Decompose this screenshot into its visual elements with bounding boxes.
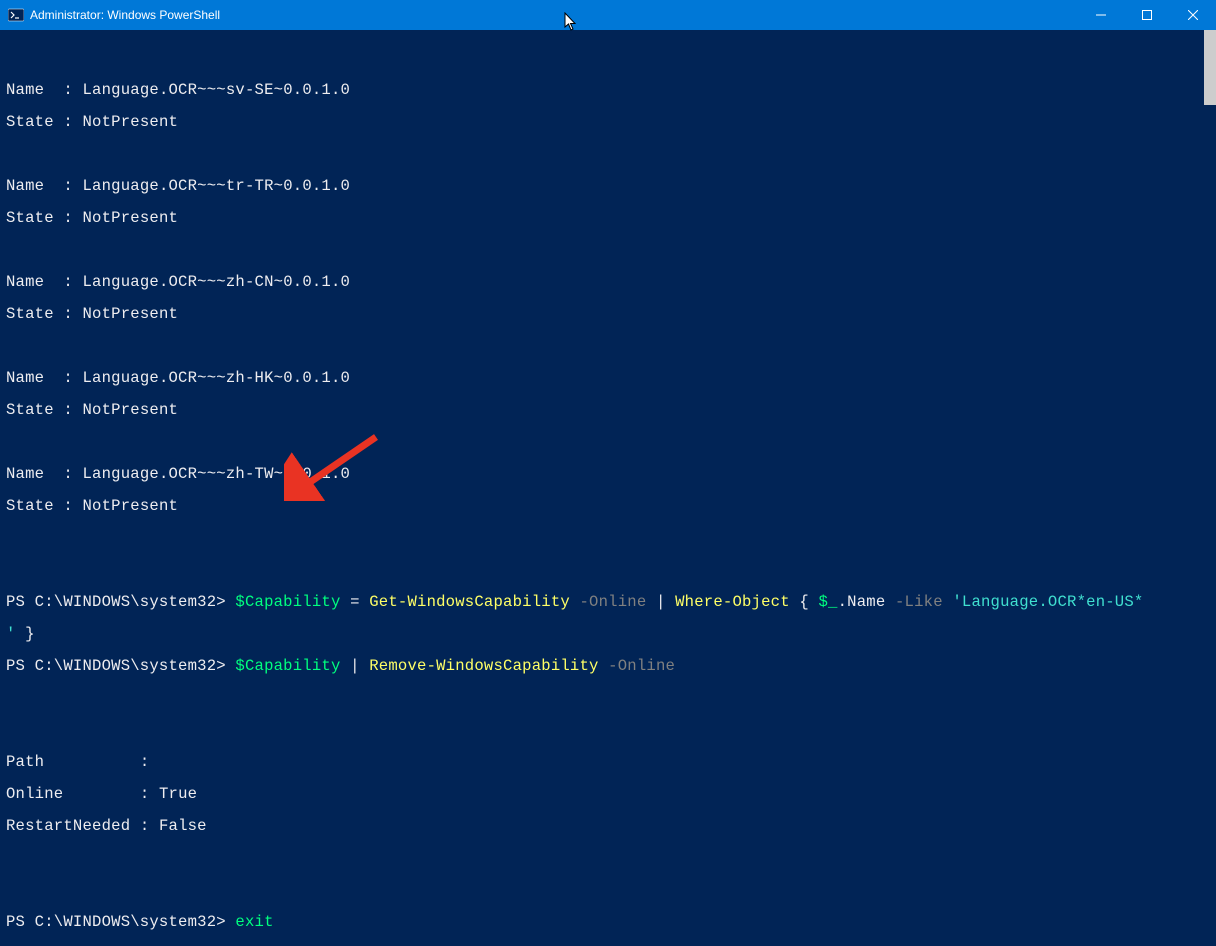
titlebar[interactable]: Administrator: Windows PowerShell xyxy=(0,0,1216,30)
output-line: State : NotPresent xyxy=(6,114,1210,130)
output-line xyxy=(6,722,1210,738)
output-line: Path : xyxy=(6,754,1210,770)
output-line xyxy=(6,434,1210,450)
output-line xyxy=(6,530,1210,546)
powershell-icon xyxy=(8,7,24,23)
command-line: ' } xyxy=(6,626,1210,642)
output-line: RestartNeeded : False xyxy=(6,818,1210,834)
output-line xyxy=(6,850,1210,866)
window-controls xyxy=(1078,0,1216,30)
output-line xyxy=(6,690,1210,706)
output-line xyxy=(6,50,1210,66)
output-line: Name : Language.OCR~~~zh-TW~0.0.1.0 xyxy=(6,466,1210,482)
scrollbar-thumb[interactable] xyxy=(1204,30,1216,105)
output-line: Name : Language.OCR~~~zh-CN~0.0.1.0 xyxy=(6,274,1210,290)
output-line xyxy=(6,562,1210,578)
maximize-button[interactable] xyxy=(1124,0,1170,30)
minimize-button[interactable] xyxy=(1078,0,1124,30)
command-line: PS C:\WINDOWS\system32> $Capability = Ge… xyxy=(6,594,1210,610)
output-line xyxy=(6,338,1210,354)
output-line: Name : Language.OCR~~~sv-SE~0.0.1.0 xyxy=(6,82,1210,98)
window-title: Administrator: Windows PowerShell xyxy=(30,8,220,22)
terminal-area[interactable]: Name : Language.OCR~~~sv-SE~0.0.1.0 Stat… xyxy=(0,30,1216,518)
output-line xyxy=(6,146,1210,162)
output-line: Name : Language.OCR~~~tr-TR~0.0.1.0 xyxy=(6,178,1210,194)
close-button[interactable] xyxy=(1170,0,1216,30)
command-line: PS C:\WINDOWS\system32> exit xyxy=(6,914,1210,930)
output-line xyxy=(6,242,1210,258)
output-line: State : NotPresent xyxy=(6,210,1210,226)
output-line: State : NotPresent xyxy=(6,498,1210,514)
output-line: Name : Language.OCR~~~zh-HK~0.0.1.0 xyxy=(6,370,1210,386)
output-line: State : NotPresent xyxy=(6,306,1210,322)
output-line: State : NotPresent xyxy=(6,402,1210,418)
output-line: Online : True xyxy=(6,786,1210,802)
output-line xyxy=(6,882,1210,898)
command-line: PS C:\WINDOWS\system32> $Capability | Re… xyxy=(6,658,1210,674)
